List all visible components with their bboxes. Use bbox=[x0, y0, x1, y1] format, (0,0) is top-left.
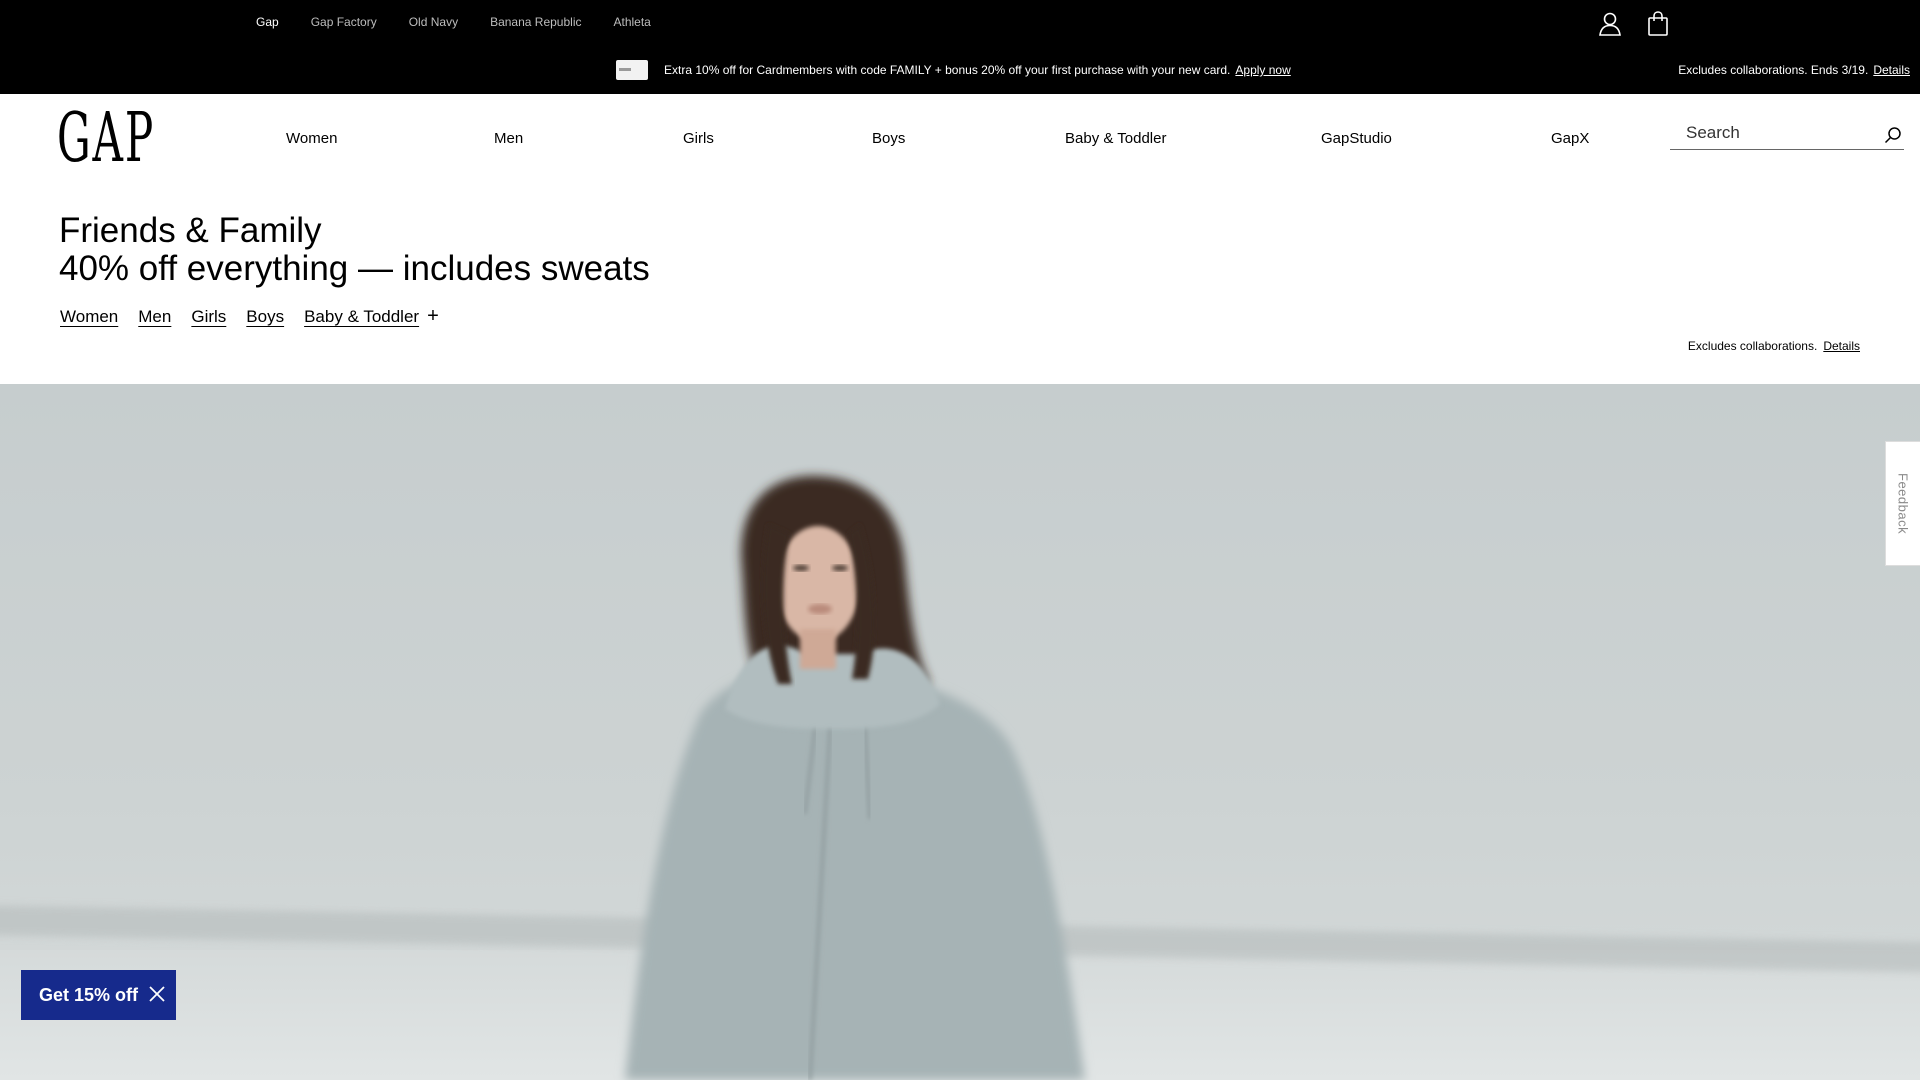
headline-line-2: 40% off everything — includes sweats bbox=[59, 249, 650, 288]
account-icon[interactable] bbox=[1596, 10, 1624, 38]
nav-item-men[interactable]: Men bbox=[494, 130, 523, 147]
nav-item-boys[interactable]: Boys bbox=[872, 130, 905, 147]
shopping-bag-icon[interactable] bbox=[1644, 10, 1672, 38]
gap-logo[interactable]: GAP bbox=[57, 105, 155, 173]
search-box bbox=[1670, 118, 1904, 150]
nav-item-women[interactable]: Women bbox=[286, 130, 337, 147]
apply-now-link[interactable]: Apply now bbox=[1235, 63, 1290, 77]
exclusion-details-link[interactable]: Details bbox=[1823, 339, 1860, 353]
feedback-label: Feedback bbox=[1895, 472, 1911, 535]
offer-label: Get 15% off bbox=[39, 984, 139, 1005]
nav-item-baby-toddler[interactable]: Baby & Toddler bbox=[1065, 130, 1166, 147]
feedback-tab[interactable]: Feedback bbox=[1885, 441, 1920, 566]
card-promo-text: Extra 10% off for Cardmembers with code … bbox=[664, 63, 1231, 77]
search-input[interactable] bbox=[1670, 118, 1860, 148]
promo-headline: Friends & Family 40% off everything — in… bbox=[59, 212, 650, 288]
promo-disclaimer: Excludes collaborations. Ends 3/19. Deta… bbox=[1678, 63, 1910, 77]
brand-link-gap-factory[interactable]: Gap Factory bbox=[311, 15, 377, 29]
promo-details-link[interactable]: Details bbox=[1873, 63, 1910, 77]
exclusion-note: Excludes collaborations. Details bbox=[1688, 339, 1860, 353]
hero-image[interactable] bbox=[0, 384, 1920, 1080]
nav-item-girls[interactable]: Girls bbox=[683, 130, 714, 147]
card-promo: Extra 10% off for Cardmembers with code … bbox=[616, 60, 1291, 80]
brand-link-athleta[interactable]: Athleta bbox=[613, 15, 650, 29]
category-link-women[interactable]: Women bbox=[60, 307, 118, 327]
credit-card-icon bbox=[616, 60, 648, 80]
category-link-baby-toddler[interactable]: Baby & Toddler bbox=[304, 307, 419, 327]
utility-icons bbox=[1596, 10, 1672, 38]
search-icon[interactable] bbox=[1884, 126, 1902, 144]
exclusion-text: Excludes collaborations. bbox=[1687, 339, 1818, 353]
promo-disclaimer-text: Excludes collaborations. Ends 3/19. bbox=[1678, 63, 1869, 77]
headline-line-1: Friends & Family bbox=[59, 211, 322, 250]
category-links: Women Men Girls Boys Baby & Toddler + bbox=[60, 305, 439, 328]
nav-item-gapx[interactable]: GapX bbox=[1551, 130, 1589, 147]
brand-link-banana-republic[interactable]: Banana Republic bbox=[490, 15, 581, 29]
hero-model-figure bbox=[625, 475, 1085, 1080]
close-icon[interactable] bbox=[148, 985, 166, 1003]
top-bar: Gap Gap Factory Old Navy Banana Republic… bbox=[0, 0, 1920, 94]
category-link-boys[interactable]: Boys bbox=[246, 307, 284, 327]
discount-offer-badge[interactable]: Get 15% off bbox=[21, 970, 176, 1020]
category-link-men[interactable]: Men bbox=[138, 307, 171, 327]
brand-switcher: Gap Gap Factory Old Navy Banana Republic… bbox=[256, 15, 651, 29]
category-link-girls[interactable]: Girls bbox=[191, 307, 226, 327]
brand-link-gap[interactable]: Gap bbox=[256, 15, 279, 29]
nav-item-gapstudio[interactable]: GapStudio bbox=[1321, 130, 1392, 147]
expand-plus-icon[interactable]: + bbox=[427, 305, 439, 328]
brand-link-old-navy[interactable]: Old Navy bbox=[409, 15, 458, 29]
